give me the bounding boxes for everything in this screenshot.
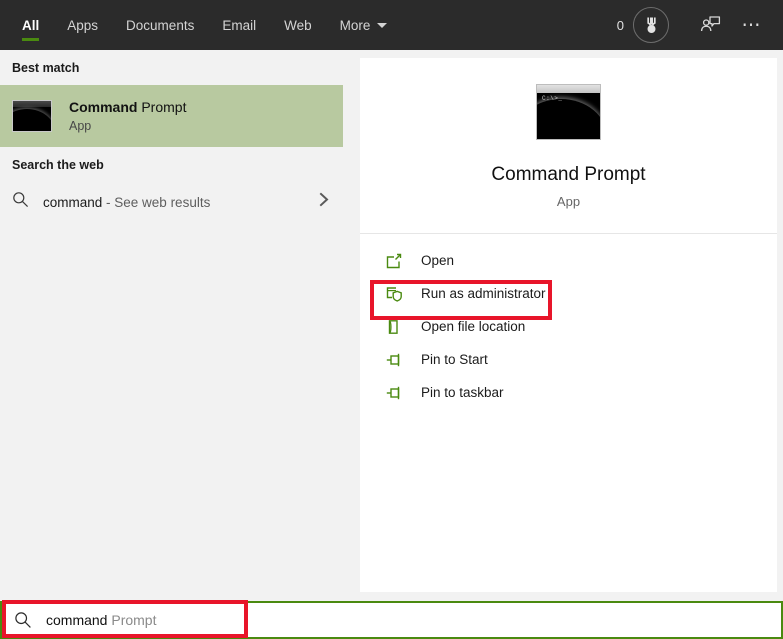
action-run-as-administrator-label: Run as administrator [421, 286, 546, 301]
chevron-down-icon [377, 22, 388, 28]
search-suggestion-text: Prompt [107, 612, 157, 628]
tab-apps-label: Apps [67, 17, 99, 33]
best-match-title-matched: Command [69, 98, 138, 115]
header-actions: 0 ⋯ [617, 0, 783, 50]
best-match-heading: Best match [12, 61, 80, 75]
tab-all[interactable]: All [8, 0, 53, 50]
action-pin-to-taskbar[interactable]: Pin to taskbar [360, 376, 777, 409]
action-open[interactable]: Open [360, 244, 777, 277]
medal-icon[interactable] [633, 7, 669, 43]
tab-web[interactable]: Web [270, 0, 326, 50]
app-detail-card: C:\>_ Command Prompt App Open Run as adm… [360, 58, 777, 592]
search-header: All Apps Documents Email Web More 0 ⋯ [0, 0, 783, 50]
search-input-text[interactable]: command Prompt [46, 612, 156, 628]
best-match-subtitle: App [69, 119, 92, 134]
action-pin-to-taskbar-label: Pin to taskbar [421, 385, 504, 400]
detail-panel-container: C:\>_ Command Prompt App Open Run as adm… [343, 50, 783, 601]
results-list: Best match Command Prompt App Search the… [0, 50, 343, 601]
best-match-text: Command Prompt App [69, 99, 186, 134]
web-result-suffix: - See web results [102, 194, 211, 210]
search-icon [12, 191, 29, 213]
search-web-heading: Search the web [12, 158, 104, 172]
tab-all-label: All [22, 17, 40, 33]
tab-more[interactable]: More [326, 0, 402, 50]
tab-documents-label: Documents [126, 17, 195, 33]
folder-icon [384, 319, 404, 335]
tab-email[interactable]: Email [208, 0, 270, 50]
app-actions-list: Open Run as administrator Open file loca… [360, 234, 777, 409]
tab-apps[interactable]: Apps [53, 0, 112, 50]
action-open-file-location-label: Open file location [421, 319, 526, 334]
web-result-query: command [43, 194, 103, 210]
best-match-result-command-prompt[interactable]: Command Prompt App [0, 85, 343, 147]
app-detail-subtitle: App [556, 194, 581, 209]
tab-documents[interactable]: Documents [112, 0, 208, 50]
action-pin-to-start[interactable]: Pin to Start [360, 343, 777, 376]
rewards-count: 0 [616, 17, 624, 33]
tab-email-label: Email [222, 17, 257, 33]
command-prompt-icon-text: C:\>_ [542, 95, 563, 102]
tab-more-label: More [339, 17, 371, 33]
command-prompt-icon [12, 100, 52, 132]
action-pin-to-start-label: Pin to Start [421, 352, 488, 367]
shield-window-icon [384, 286, 404, 302]
pin-icon [384, 352, 404, 368]
feedback-person-icon[interactable] [693, 8, 727, 42]
pin-icon [384, 385, 404, 401]
taskbar-search-box[interactable]: command Prompt [0, 601, 783, 639]
ellipsis-icon[interactable]: ⋯ [735, 8, 769, 42]
filter-tabs: All Apps Documents Email Web More [0, 0, 401, 50]
ellipsis-glyph: ⋯ [741, 14, 763, 36]
action-run-as-administrator[interactable]: Run as administrator [360, 277, 777, 310]
tab-web-label: Web [284, 17, 312, 33]
action-open-label: Open [421, 253, 455, 268]
app-detail-title: Command Prompt [491, 164, 646, 185]
best-match-title: Command Prompt [69, 99, 186, 117]
app-detail-hero: C:\>_ Command Prompt App [360, 58, 777, 234]
search-icon [14, 611, 32, 629]
chevron-right-icon[interactable] [318, 192, 331, 212]
command-prompt-icon-large: C:\>_ [536, 84, 601, 140]
web-result-command[interactable]: command - See web results [0, 182, 343, 222]
best-match-title-rest: Prompt [137, 98, 187, 115]
search-typed-text: command [46, 612, 108, 628]
open-window-icon [384, 253, 404, 269]
action-open-file-location[interactable]: Open file location [360, 310, 777, 343]
web-result-label: command - See web results [43, 195, 210, 210]
